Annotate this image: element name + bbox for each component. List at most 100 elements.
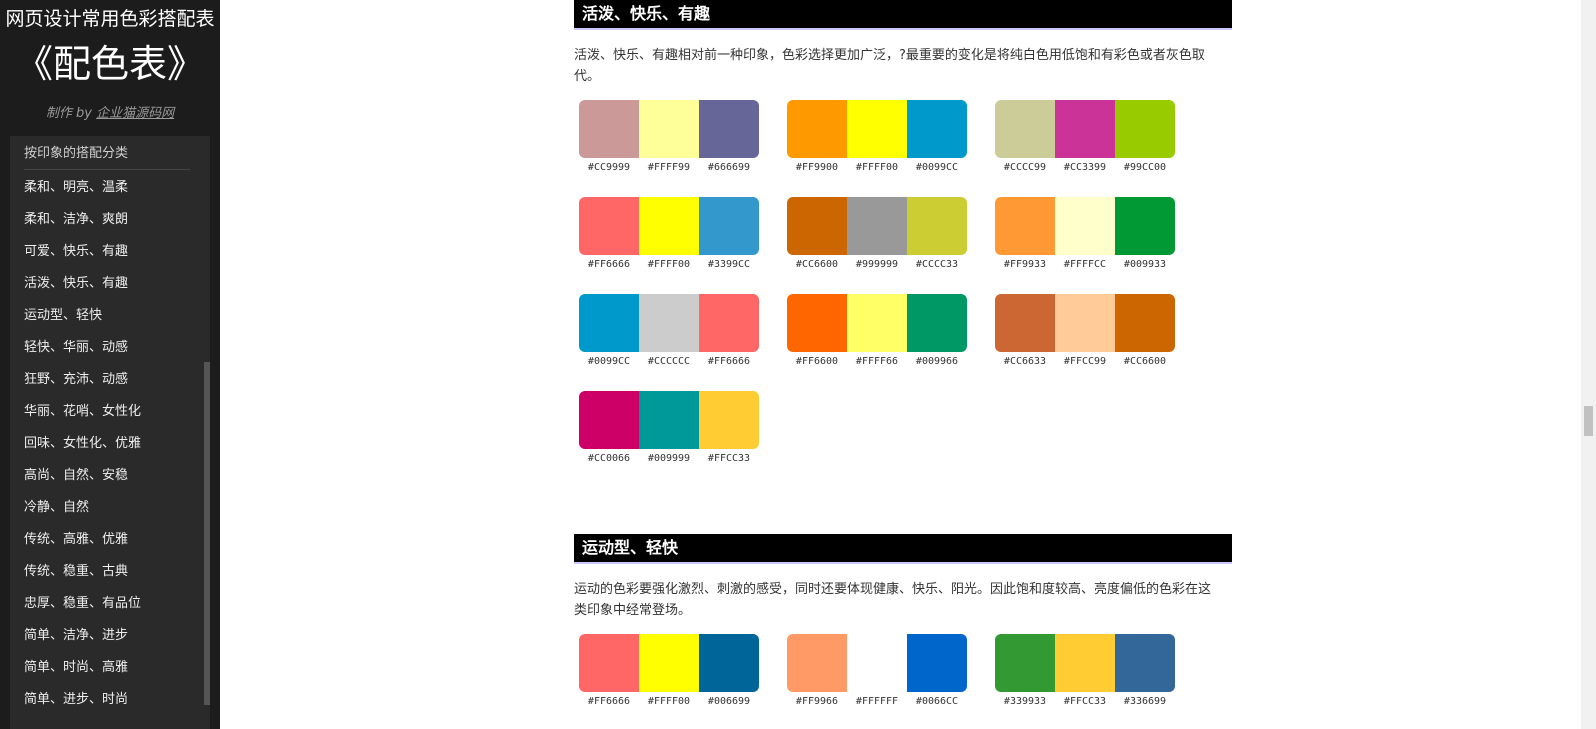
color-block: [1055, 294, 1115, 352]
color-block: [1115, 294, 1175, 352]
color-palette: #CC0066 #009999 #FFCC33: [579, 391, 759, 471]
sidebar-item[interactable]: 回味、女性化、优雅: [24, 428, 141, 460]
color-block: [699, 100, 759, 158]
nav-heading: 按印象的搭配分类: [24, 142, 190, 170]
color-hex-label: #FFFF00: [855, 162, 899, 173]
color-hex-label: #3399CC: [707, 259, 751, 270]
color-block: [847, 634, 907, 692]
color-hex-label: #FFCC33: [707, 453, 751, 464]
credit-link[interactable]: 企业猫源码网: [96, 106, 174, 121]
site-big-title: 《配色表》: [14, 42, 205, 86]
section-heading: 运动型、轻快: [574, 534, 1232, 564]
sidebar-item[interactable]: 轻快、华丽、动感: [24, 332, 141, 364]
color-hex-label: #FFFFFF: [855, 696, 899, 707]
color-block: [787, 294, 847, 352]
color-block: [1115, 634, 1175, 692]
color-hex-label: #FFFF99: [647, 162, 691, 173]
sidebar-item[interactable]: 活泼、快乐、有趣: [24, 268, 141, 300]
palette-swatch-bar: [579, 391, 759, 449]
section-heading: 活泼、快乐、有趣: [574, 0, 1232, 30]
color-hex-label: #0099CC: [587, 356, 631, 367]
section-description: 运动的色彩要强化激烈、刺激的感受，同时还要体现健康、快乐、阳光。因此饱和度较高、…: [574, 582, 1212, 618]
sidebar-item[interactable]: 简单、进步、时尚: [24, 684, 141, 716]
color-block: [699, 197, 759, 255]
color-block: [847, 294, 907, 352]
color-hex-label: #999999: [855, 259, 899, 270]
color-block: [699, 391, 759, 449]
color-palette: #CC6600 #999999 #CCCC33: [787, 197, 967, 277]
sidebar-item[interactable]: 冷静、自然: [24, 492, 141, 524]
color-palette: #FF9966 #FFFFFF #0066CC: [787, 634, 967, 714]
color-block: [639, 100, 699, 158]
color-hex-label: #CC6633: [1003, 356, 1047, 367]
sidebar-item[interactable]: 柔和、明亮、温柔: [24, 172, 141, 204]
color-hex-label: #CCCCCC: [647, 356, 691, 367]
color-palette: #CC9999 #FFFF99 #666699: [579, 100, 759, 180]
color-palette: #FF6666 #FFFF00 #006699: [579, 634, 759, 714]
color-hex-label: #006699: [707, 696, 751, 707]
color-hex-label: #FF9900: [795, 162, 839, 173]
color-hex-label: #FF9933: [1003, 259, 1047, 270]
color-block: [1055, 197, 1115, 255]
sidebar: 网页设计常用色彩搭配表 《配色表》 制作 by 企业猫源码网 按印象的搭配分类 …: [0, 0, 220, 729]
color-hex-label: #FF6600: [795, 356, 839, 367]
site-title: 网页设计常用色彩搭配表: [5, 8, 215, 30]
color-block: [699, 634, 759, 692]
color-block: [995, 294, 1055, 352]
color-block: [995, 197, 1055, 255]
color-hex-label: #FF9966: [795, 696, 839, 707]
color-block: [1055, 634, 1115, 692]
palette-swatch-bar: [579, 294, 759, 352]
color-hex-label: #FFFF66: [855, 356, 899, 367]
color-block: [579, 391, 639, 449]
color-palette: #FF6666 #FFFF00 #3399CC: [579, 197, 759, 277]
section-description: 活泼、快乐、有趣相对前一种印象，色彩选择更加广泛，?最重要的变化是将纯白色用低饱…: [574, 48, 1205, 84]
color-hex-label: #FFCC33: [1063, 696, 1107, 707]
color-hex-label: #FF6666: [587, 259, 631, 270]
color-block: [579, 100, 639, 158]
palette-swatch-bar: [579, 100, 759, 158]
color-hex-label: #0066CC: [915, 696, 959, 707]
sidebar-item[interactable]: 柔和、洁净、爽朗: [24, 204, 141, 236]
color-hex-label: #FFFF00: [647, 259, 691, 270]
color-block: [1115, 197, 1175, 255]
color-block: [699, 294, 759, 352]
color-block: [579, 197, 639, 255]
color-hex-label: #CC3399: [1063, 162, 1107, 173]
color-palette: #FF6600 #FFFF66 #009966: [787, 294, 967, 374]
sidebar-item[interactable]: 高尚、自然、安稳: [24, 460, 141, 492]
color-block: [639, 391, 699, 449]
palette-swatch-bar: [787, 294, 967, 352]
color-hex-label: #CC6600: [1123, 356, 1167, 367]
color-block: [639, 294, 699, 352]
color-palette: #CC6633 #FFCC99 #CC6600: [995, 294, 1175, 374]
sidebar-item[interactable]: 简单、洁净、进步: [24, 620, 141, 652]
sidebar-item[interactable]: 传统、稳重、古典: [24, 556, 141, 588]
sidebar-item[interactable]: 简单、时尚、高雅: [24, 652, 141, 684]
palette-swatch-bar: [995, 197, 1175, 255]
color-block: [787, 634, 847, 692]
color-block: [1055, 100, 1115, 158]
sidebar-item[interactable]: 忠厚、稳重、有品位: [24, 588, 141, 620]
page-scrollbar-track[interactable]: [1581, 0, 1596, 729]
sidebar-item[interactable]: 运动型、轻快: [24, 300, 141, 332]
color-block: [639, 634, 699, 692]
color-hex-label: #336699: [1123, 696, 1167, 707]
page-scrollbar-thumb[interactable]: [1584, 406, 1593, 436]
color-hex-label: #009966: [915, 356, 959, 367]
sidebar-item[interactable]: 传统、高雅、优雅: [24, 524, 141, 556]
site-credit: 制作 by 企业猫源码网: [0, 102, 220, 121]
palette-swatch-bar: [995, 100, 1175, 158]
sidebar-item[interactable]: 华丽、花哨、女性化: [24, 396, 141, 428]
color-block: [907, 197, 967, 255]
color-hex-label: #FF6666: [707, 356, 751, 367]
color-block: [907, 294, 967, 352]
color-block: [995, 100, 1055, 158]
sidebar-item[interactable]: 可爱、快乐、有趣: [24, 236, 141, 268]
color-hex-label: #FF6666: [587, 696, 631, 707]
palette-swatch-bar: [787, 634, 967, 692]
nav-scrollbar-thumb[interactable]: [204, 362, 210, 705]
sidebar-item[interactable]: 狂野、充沛、动感: [24, 364, 141, 396]
color-hex-label: #0099CC: [915, 162, 959, 173]
nav-panel: 按印象的搭配分类 柔和、明亮、温柔 柔和、洁净、爽朗 可爱、快乐、有趣 活泼、快乐、有…: [10, 136, 204, 729]
